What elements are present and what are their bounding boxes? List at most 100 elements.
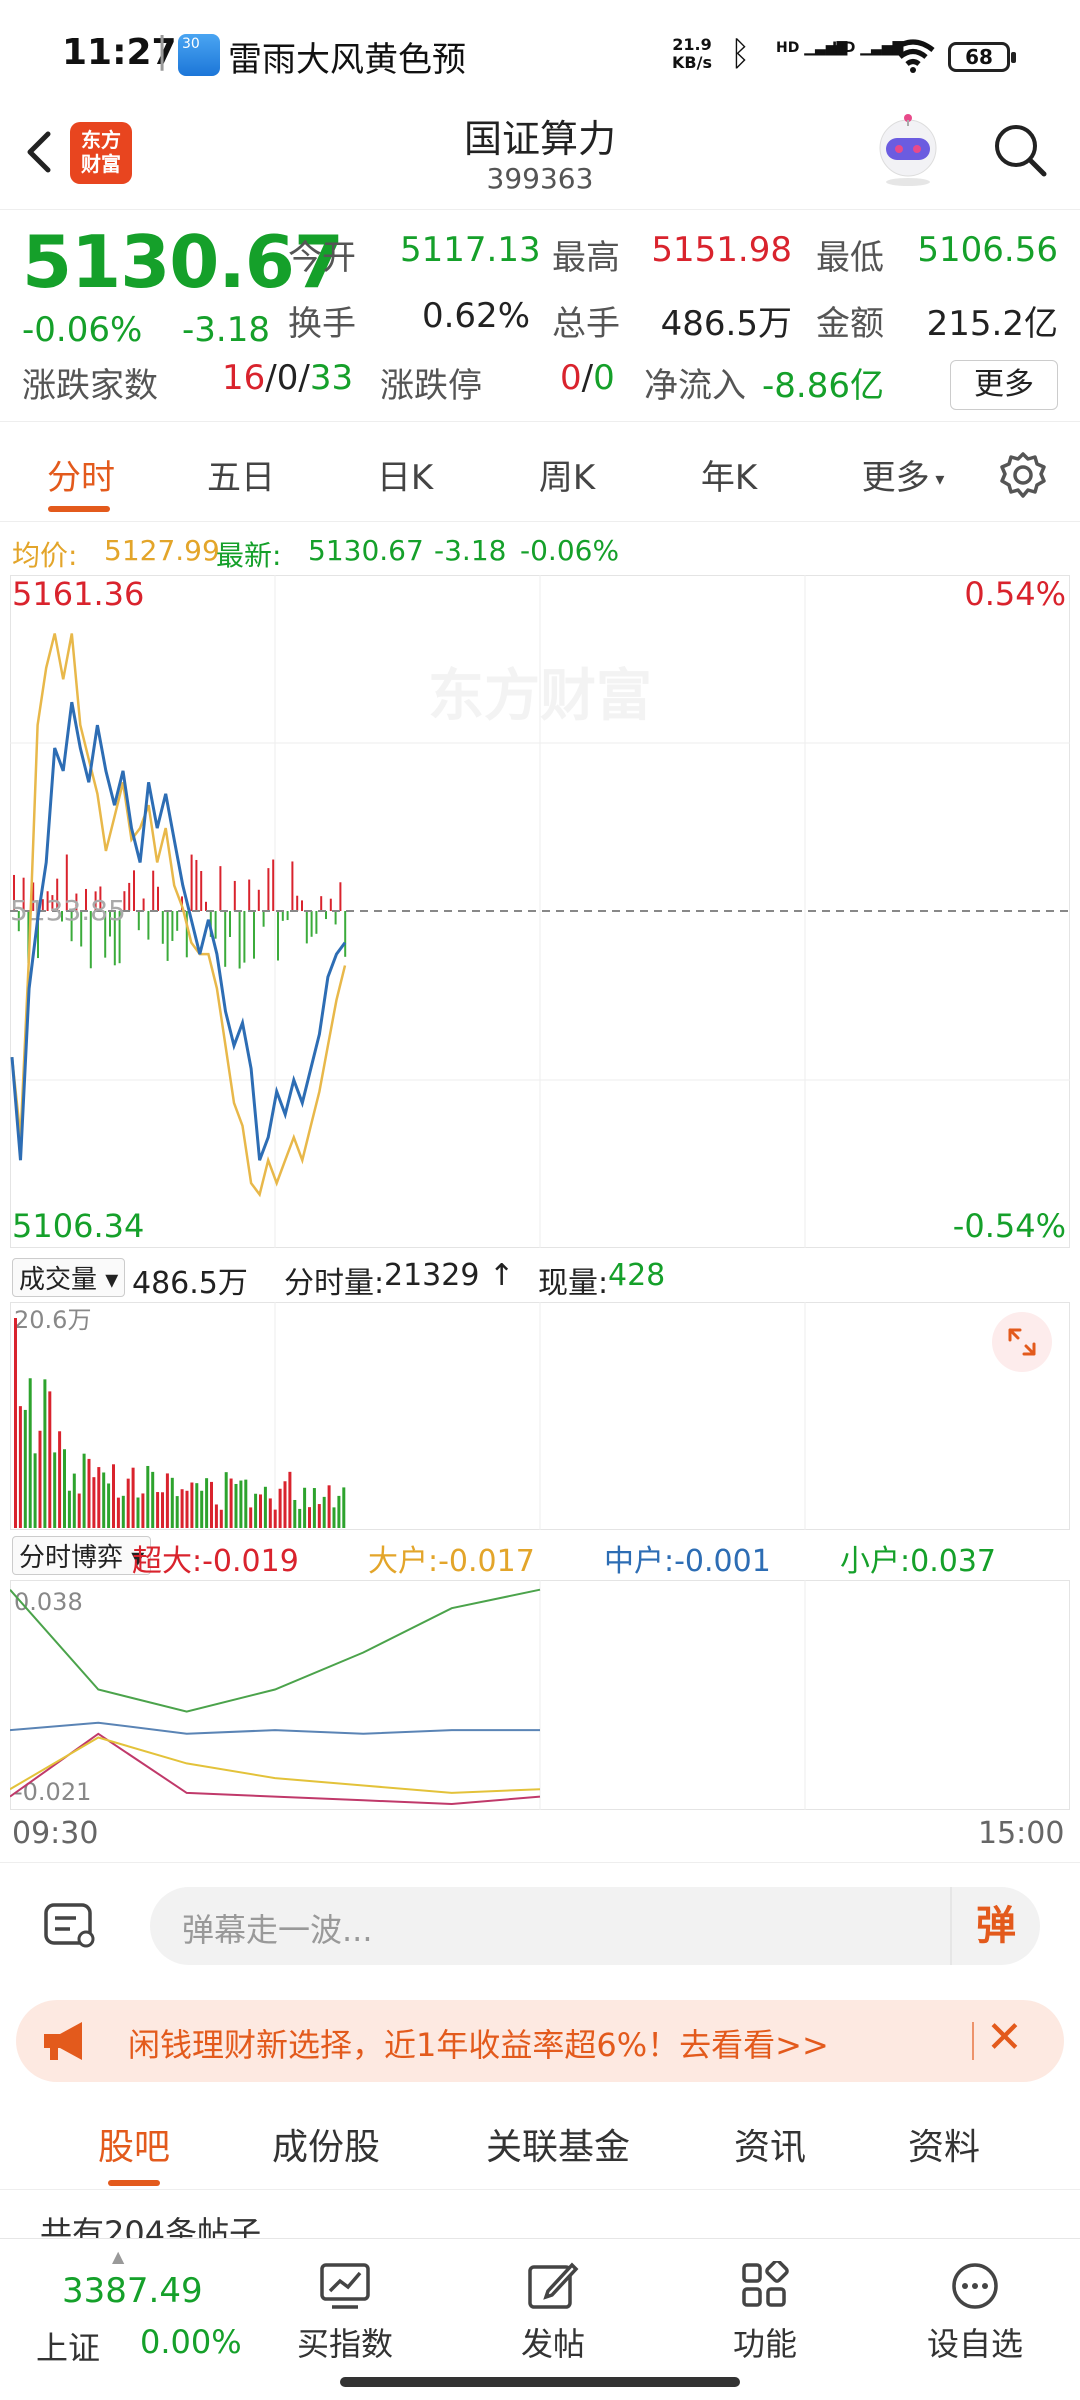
volume-bar [14,1318,17,1528]
tab-weekly-k[interactable]: 周K [522,450,612,499]
volume-bar [82,1453,86,1528]
danmu-settings-icon[interactable] [40,1897,100,1953]
more-button[interactable]: 更多 [950,360,1058,410]
current-volume-value: 428 [608,1258,666,1293]
nav-buy-index-label: 买指数 [296,2325,393,2363]
ai-assistant-icon[interactable] [872,112,944,188]
high-value: 5151.98 [651,230,792,270]
wifi-icon [891,39,935,73]
chart-top-price: 5161.36 [12,575,144,613]
volume-bar [67,1490,71,1528]
volume-label: 总手 [552,304,620,344]
breadth-value: 16/0/33 [222,358,354,398]
tab-related-funds[interactable]: 关联基金 [468,2118,648,2170]
gear-icon[interactable] [998,450,1048,500]
volume-bar [146,1465,150,1528]
volume-bar [116,1497,120,1528]
app-logo[interactable]: 东方 财富 [70,122,132,184]
chart-bottom-pct: -0.54% [953,1207,1066,1245]
megaphone-icon [44,2022,82,2060]
time-start: 09:30 [12,1816,99,1851]
volume-bar [244,1479,248,1528]
home-indicator [340,2377,740,2387]
flow-axis-bottom: -0.021 [14,1778,91,1806]
comment-placeholder: 弹幕走一波... [182,1911,373,1949]
index-ticker[interactable]: ▲ 3387.49 上证 0.00% [0,2239,250,2369]
tab-daily-k[interactable]: 日K [360,450,450,499]
volume-bar [43,1379,47,1528]
latest-label: 最新: [216,539,282,572]
community-tabs: 股吧 成份股 关联基金 资讯 资料 [0,2098,1080,2190]
volume-bar [219,1509,223,1528]
grid-icon [742,2261,789,2307]
expand-icon[interactable] [992,1312,1052,1372]
volume-bar [337,1495,341,1528]
inflow-label: 净流入 [644,366,746,406]
volume-bar [151,1471,155,1528]
volume-bars [14,1318,346,1528]
volume-bar [156,1492,160,1528]
volume-bar [200,1490,204,1528]
chart-bottom-price: 5106.34 [12,1207,144,1245]
nav-functions[interactable]: 功能 [690,2261,840,2365]
nav-buy-index[interactable]: 买指数 [270,2261,420,2365]
close-icon[interactable]: ✕ [986,2012,1023,2063]
volume-bar [254,1493,258,1528]
tab-profile[interactable]: 资料 [894,2118,994,2170]
flow-axis-top: 0.038 [14,1588,83,1616]
volume-bar [175,1496,179,1528]
avg-label: 均价: [12,539,78,572]
volume-bar [97,1467,101,1528]
tab-yearly-k[interactable]: 年K [684,450,774,499]
breadth-label: 涨跌家数 [22,366,158,406]
volume-bar [28,1378,32,1528]
security-code: 399363 [486,162,594,195]
current-volume-label: 现量: [538,1266,609,1301]
latest-pct: -0.06% [520,534,620,567]
volume-chart[interactable]: 20.6万 [10,1302,1070,1530]
tab-five-day[interactable]: 五日 [196,450,286,499]
small-flow: 小户:0.037 [840,1544,996,1579]
turnover-label: 换手 [288,304,356,344]
flow-selector[interactable]: 分时博弈 ▾ [12,1536,152,1575]
back-arrow-icon[interactable] [20,122,60,182]
promo-text: 闲钱理财新选择，近1年收益率超6%！去看看>> [128,2026,829,2064]
intraday-price-chart[interactable]: 东方财富 5133.85 5161.36 5106.34 0.54% -0.54… [10,575,1070,1248]
tab-intraday[interactable]: 分时 [36,450,126,499]
low-label: 最低 [816,238,884,278]
danmu-button[interactable]: 弹 [950,1887,1040,1965]
time-end: 15:00 [978,1816,1065,1851]
volume-bar [18,1406,22,1528]
tab-constituents[interactable]: 成份股 [256,2118,396,2170]
volume-bar [107,1483,111,1528]
volume-bar [317,1504,321,1528]
volume-bar [58,1431,62,1528]
mid-flow: 中户:-0.001 [604,1544,771,1579]
volume-value: 486.5万 [660,304,792,344]
limit-value: 0/0 [560,358,615,398]
volume-bar [72,1473,76,1528]
volume-bar [87,1458,91,1528]
high-label: 最高 [552,238,620,278]
bottom-nav: ▲ 3387.49 上证 0.00% 买指数 发帖 功能 设自选 [0,2238,1080,2400]
chart-top-pct: 0.54% [964,575,1066,613]
volume-selector[interactable]: 成交量 ▾ [12,1258,126,1297]
volume-bar [210,1481,213,1528]
promo-banner[interactable]: 闲钱理财新选择，近1年收益率超6%！去看看>> ✕ [16,2000,1064,2082]
tab-news[interactable]: 资讯 [720,2118,820,2170]
volume-bar [249,1507,253,1528]
nav-add-watchlist-label: 设自选 [926,2325,1023,2363]
nav-post[interactable]: 发帖 [478,2261,628,2365]
tab-more[interactable]: 更多 ▾ [848,450,958,499]
flow-line-mid [10,1721,540,1735]
volume-bar [126,1478,130,1528]
nav-add-watchlist[interactable]: 设自选 [900,2261,1050,2365]
capital-flow-chart[interactable]: 0.038 -0.021 [10,1580,1070,1810]
volume-bar [283,1481,287,1528]
tab-stock-forum[interactable]: 股吧 [84,2118,184,2170]
volume-bar [121,1495,125,1528]
volume-bar [185,1490,189,1528]
volume-bar [33,1453,37,1528]
volume-total: 486.5万 [132,1266,248,1301]
search-icon[interactable] [990,120,1050,180]
